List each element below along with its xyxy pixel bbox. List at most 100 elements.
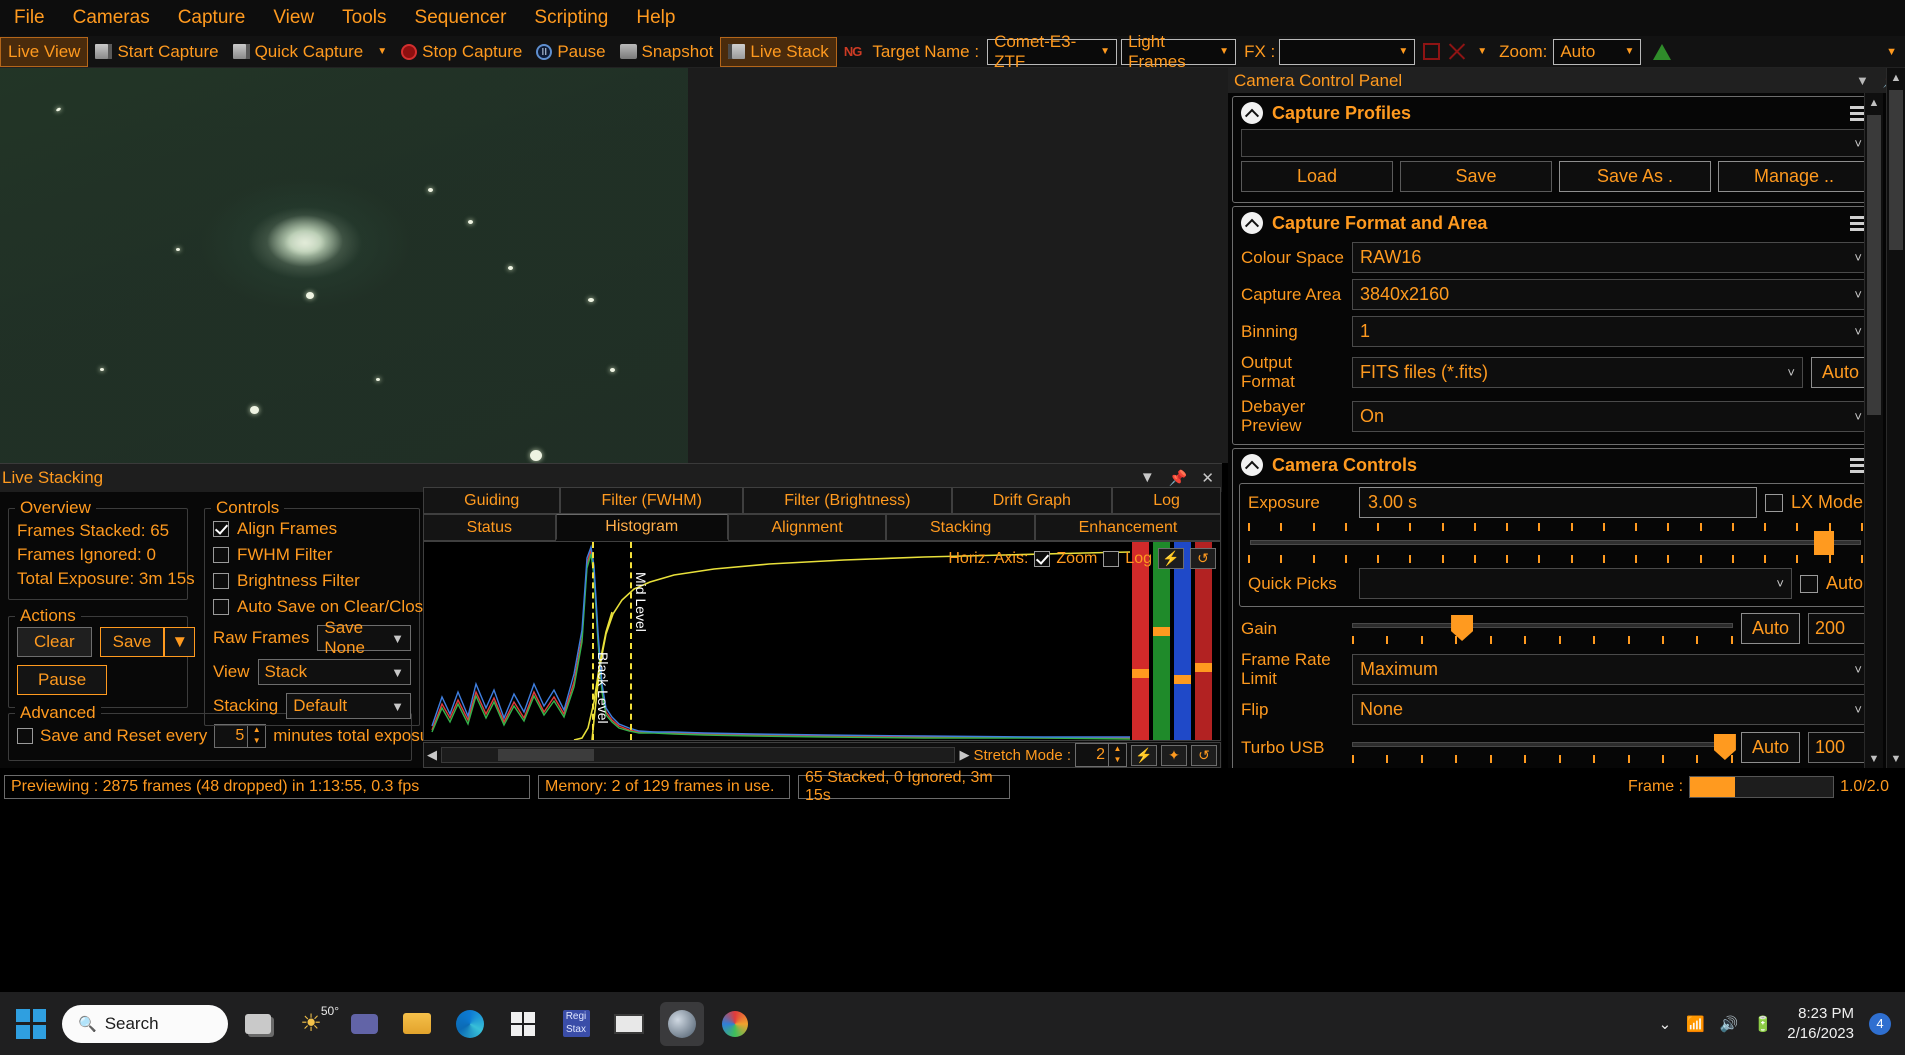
log-checkbox[interactable] <box>1103 550 1120 567</box>
capture-area-combo[interactable]: 3840x2160 ˅ <box>1352 279 1870 310</box>
menu-item-help[interactable]: Help <box>622 3 689 33</box>
tab-stacking[interactable]: Stacking <box>886 514 1035 541</box>
save-dropdown-button[interactable]: ▼ <box>164 627 196 657</box>
pin-icon[interactable]: 📌 <box>1169 469 1188 487</box>
tab-enhancement[interactable]: Enhancement <box>1034 514 1222 541</box>
turbo-usb-slider[interactable] <box>1352 730 1736 764</box>
brightness-filter-row[interactable]: Brightness Filter <box>213 571 411 591</box>
task-view-button[interactable] <box>236 1002 280 1046</box>
search-input[interactable]: 🔍 Search <box>62 1004 228 1043</box>
align-frames-checkbox[interactable] <box>213 521 229 537</box>
tray-expand-icon[interactable]: ⌄ <box>1659 1015 1672 1033</box>
save-button[interactable]: Save <box>99 627 165 657</box>
zoom-checkbox[interactable] <box>1034 550 1051 567</box>
turbo-usb-auto-button[interactable]: Auto <box>1740 731 1800 763</box>
volume-icon[interactable]: 🔊 <box>1720 1015 1739 1033</box>
clear-button[interactable]: Clear <box>17 627 92 657</box>
quick-capture-button[interactable]: Quick Capture <box>226 37 371 67</box>
window-scrollbar[interactable]: ▲ ▼ <box>1886 68 1905 768</box>
tab-log[interactable]: Log <box>1112 487 1222 514</box>
load-profile-button[interactable]: Load <box>1241 161 1393 192</box>
app-edge-icon[interactable] <box>448 1002 492 1046</box>
collapse-icon[interactable] <box>1241 212 1263 234</box>
stretch-apply-icon[interactable]: ⚡ <box>1131 744 1157 766</box>
exposure-slider[interactable] <box>1248 523 1863 565</box>
reset-stretch-icon[interactable]: ↺ <box>1190 548 1216 569</box>
frame-type-combo[interactable]: Light Frames ▼ <box>1121 32 1237 71</box>
live-view-button[interactable]: Live View <box>0 36 89 67</box>
tab-filter-brightness[interactable]: Filter (Brightness) <box>743 487 952 514</box>
menu-item-scripting[interactable]: Scripting <box>520 3 622 33</box>
exposure-slider-knob[interactable] <box>1813 531 1834 555</box>
chevron-down-icon[interactable]: ▼ <box>1477 46 1487 57</box>
tab-status[interactable]: Status <box>423 514 556 541</box>
gain-slider[interactable] <box>1352 611 1733 645</box>
black-level-line[interactable] <box>592 542 594 740</box>
auto-save-checkbox[interactable] <box>213 599 229 615</box>
view-combo[interactable]: Stack ▼ <box>257 659 411 685</box>
tab-alignment[interactable]: Alignment <box>727 514 887 541</box>
mid-level-line[interactable] <box>630 542 632 740</box>
app-pipp-icon[interactable] <box>607 1002 651 1046</box>
quick-capture-dropdown[interactable]: ▼ <box>370 37 394 67</box>
stacking-combo[interactable]: Default ▼ <box>286 693 411 719</box>
start-button[interactable] <box>16 1008 46 1039</box>
scroll-up-icon[interactable]: ▲ <box>1887 68 1905 87</box>
histogram-icon[interactable] <box>1653 43 1672 60</box>
histogram-chart[interactable]: Horiz. Axis: Zoom Log ⚡ ↺ Black Level Mi… <box>423 541 1221 741</box>
stretch-reset-icon[interactable]: ↺ <box>1191 744 1217 766</box>
auto-save-row[interactable]: Auto Save on Clear/Close <box>213 597 433 617</box>
menu-item-tools[interactable]: Tools <box>328 3 400 33</box>
target-name-combo[interactable]: Comet-E3-ZTF ▼ <box>987 32 1118 71</box>
lx-mode-checkbox[interactable] <box>1764 493 1783 512</box>
colour-space-combo[interactable]: RAW16 ˅ <box>1352 242 1870 273</box>
menu-item-view[interactable]: View <box>259 3 328 33</box>
menu-item-file[interactable]: File <box>0 3 59 33</box>
panel-menu-icon[interactable]: ▼ <box>1856 73 1869 89</box>
app-teams-icon[interactable] <box>342 1002 386 1046</box>
toolbar-overflow-icon[interactable]: ▼ <box>1886 46 1905 58</box>
zoom-combo[interactable]: Auto ▼ <box>1553 38 1642 65</box>
app-registax-icon[interactable]: Regi Stax <box>554 1002 598 1046</box>
tab-histogram[interactable]: Histogram <box>555 514 728 540</box>
align-frames-row[interactable]: Align Frames <box>213 519 411 539</box>
output-format-auto-button[interactable]: Auto <box>1810 356 1870 388</box>
histogram-scrollbar[interactable] <box>441 747 956 763</box>
tab-filter-fwhm[interactable]: Filter (FWHM) <box>560 487 744 514</box>
clear-roi-icon[interactable] <box>1448 42 1467 61</box>
binning-combo[interactable]: 1 ˅ <box>1352 316 1870 347</box>
save-as-profile-button[interactable]: Save As . <box>1559 161 1711 192</box>
rgb-marker-lum[interactable] <box>1195 663 1212 672</box>
start-capture-button[interactable]: Start Capture <box>88 37 225 67</box>
menu-item-cameras[interactable]: Cameras <box>59 3 164 33</box>
stepper-down-icon[interactable]: ▼ <box>248 736 265 747</box>
app-sharpcap-icon[interactable] <box>660 1001 704 1046</box>
quick-picks-combo[interactable]: ˅ <box>1359 568 1792 599</box>
fwhm-filter-row[interactable]: FWHM Filter <box>213 545 411 565</box>
fx-combo[interactable]: ▼ <box>1279 38 1416 65</box>
app-weather-icon[interactable]: ☀ 50° <box>289 1002 339 1046</box>
collapse-icon[interactable] <box>1241 102 1263 124</box>
rgb-bar-lum[interactable] <box>1195 542 1212 740</box>
panel-inner-scrollbar[interactable]: ▲ ▼ <box>1864 93 1883 768</box>
rgb-marker-blue[interactable] <box>1174 675 1191 684</box>
scroll-right-icon[interactable]: ▶ <box>959 747 969 763</box>
rgb-marker-red[interactable] <box>1132 669 1149 678</box>
close-icon[interactable]: ✕ <box>1201 469 1214 487</box>
collapse-icon[interactable] <box>1241 454 1263 476</box>
gain-value-input[interactable]: 200 <box>1808 612 1870 644</box>
stop-capture-button[interactable]: Stop Capture <box>394 37 529 67</box>
stretch-auto-icon[interactable]: ✦ <box>1161 744 1187 766</box>
snapshot-button[interactable]: Snapshot <box>613 37 721 67</box>
save-profile-button[interactable]: Save <box>1400 161 1552 192</box>
menu-item-capture[interactable]: Capture <box>164 3 260 33</box>
scroll-down-icon[interactable]: ▼ <box>1865 749 1883 768</box>
rgb-marker-green[interactable] <box>1153 627 1170 636</box>
wifi-icon[interactable]: 📶 <box>1686 1015 1705 1033</box>
exposure-input[interactable]: 3.00 s <box>1359 487 1757 518</box>
tab-drift-graph[interactable]: Drift Graph <box>951 487 1113 514</box>
profile-combo[interactable]: ˅ <box>1241 129 1870 157</box>
gain-auto-button[interactable]: Auto <box>1740 612 1800 644</box>
app-file-explorer-icon[interactable] <box>395 1002 439 1046</box>
debayer-preview-combo[interactable]: On ˅ <box>1352 400 1870 432</box>
